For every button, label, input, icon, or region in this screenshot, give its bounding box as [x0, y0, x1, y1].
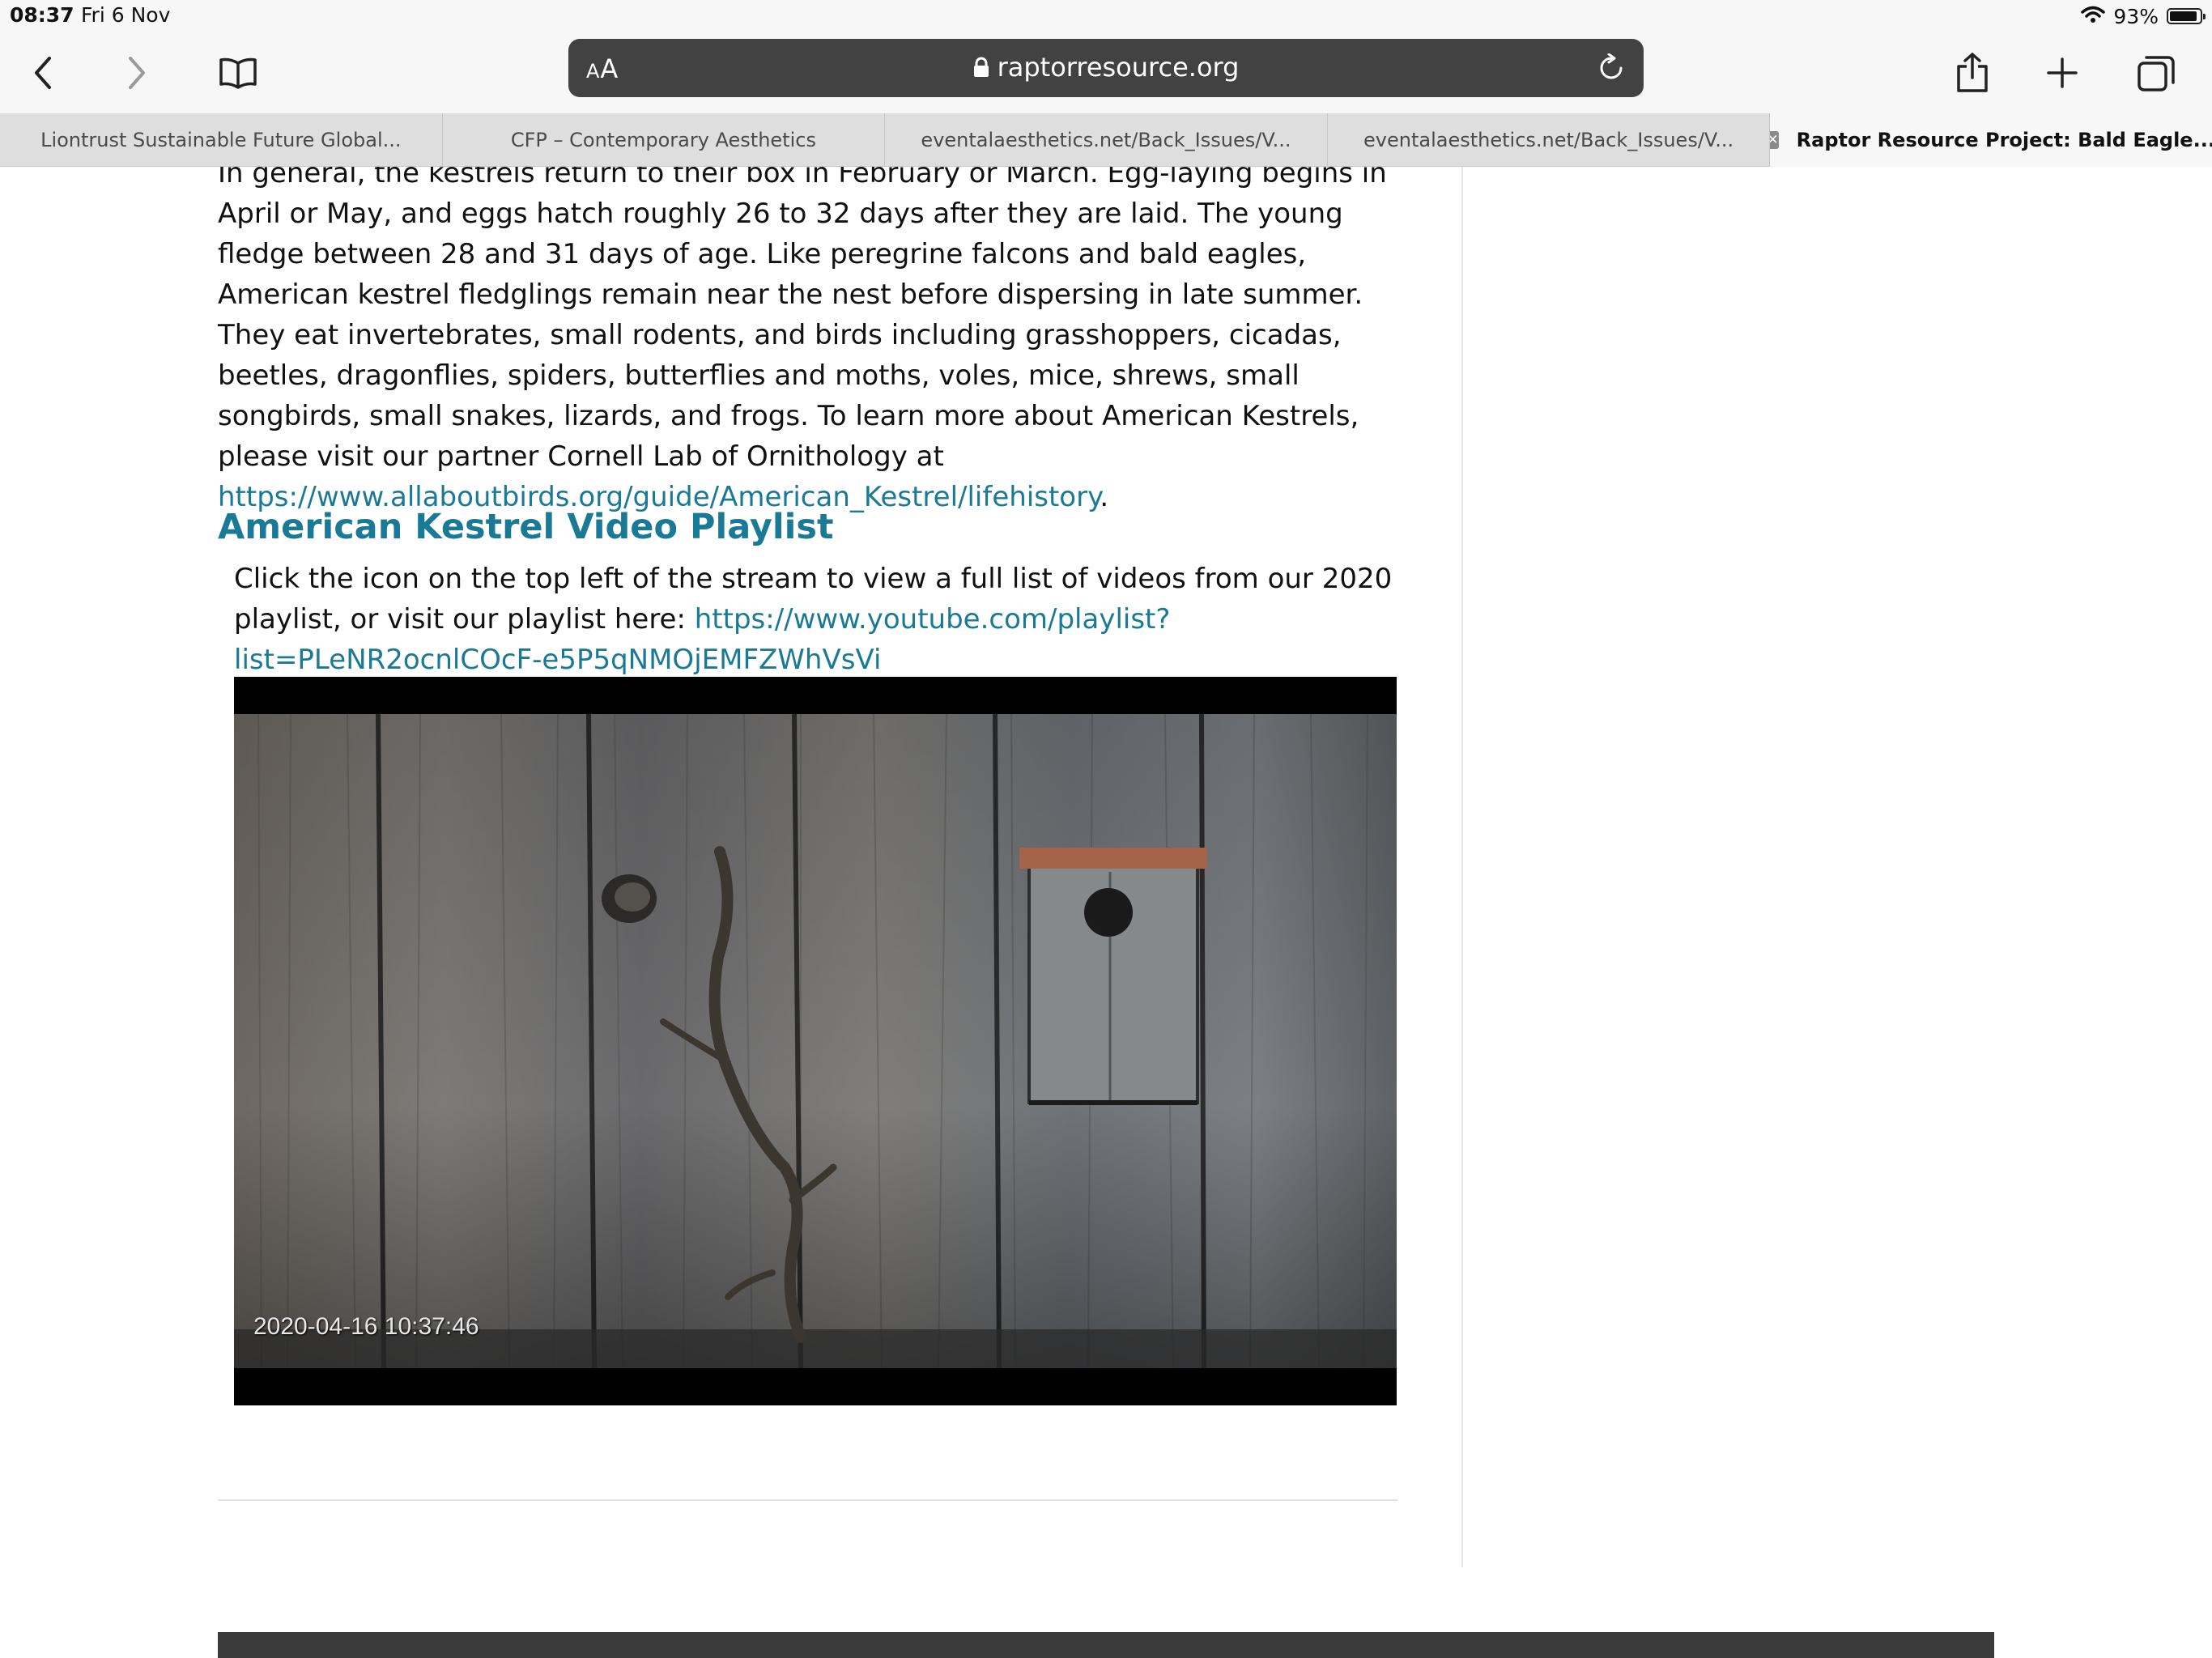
video-player[interactable]: 2020-04-16 10:37:46: [234, 677, 1397, 1405]
forward-icon: [129, 57, 145, 89]
forward-button[interactable]: [110, 47, 162, 99]
wifi-icon: [2081, 5, 2106, 28]
address-bar[interactable]: AA raptorresource.org: [568, 39, 1644, 97]
status-date: Fri 6 Nov: [81, 3, 171, 27]
bookmarks-button[interactable]: [212, 47, 264, 99]
battery-icon: [2167, 8, 2206, 24]
back-button[interactable]: [18, 47, 70, 99]
tab-label: eventalaesthetics.net/Back_Issues/V...: [1363, 129, 1734, 151]
web-page[interactable]: In general, the kestrels return to their…: [0, 167, 2212, 1658]
lock-icon: [973, 53, 989, 84]
battery-percent: 93%: [2113, 4, 2159, 28]
video-timestamp: 2020-04-16 10:37:46: [253, 1313, 479, 1340]
footer-bar: [218, 1632, 1994, 1658]
barn-wall-image: [234, 714, 1397, 1368]
tab-label: Liontrust Sustainable Future Global...: [40, 129, 402, 151]
bookmarks-icon: [219, 57, 257, 89]
browser-toolbar: AA raptorresource.org: [0, 32, 2212, 113]
video-frame: 2020-04-16 10:37:46: [234, 714, 1397, 1368]
section-divider: [218, 1499, 1397, 1501]
reload-button[interactable]: [1593, 50, 1629, 86]
tab-evental-aesthetics-1[interactable]: eventalaesthetics.net/Back_Issues/V...: [885, 113, 1328, 167]
tab-raptor-resource[interactable]: ✕ Raptor Resource Project: Bald Eagle...: [1770, 113, 2212, 167]
tab-label: eventalaesthetics.net/Back_Issues/V...: [921, 129, 1291, 151]
tab-evental-aesthetics-2[interactable]: eventalaesthetics.net/Back_Issues/V...: [1328, 113, 1771, 167]
tab-liontrust[interactable]: Liontrust Sustainable Future Global...: [0, 113, 443, 167]
url-text: raptorresource.org: [997, 52, 1240, 83]
tab-label: CFP – Contemporary Aesthetics: [510, 129, 816, 151]
close-tab-icon[interactable]: ✕: [1770, 131, 1779, 149]
url-display[interactable]: raptorresource.org: [568, 52, 1644, 84]
section-heading: American Kestrel Video Playlist: [218, 507, 834, 547]
tab-label: Raptor Resource Project: Bald Eagle...: [1796, 129, 2212, 151]
battery-fill: [2170, 11, 2197, 21]
share-button[interactable]: [1946, 47, 1998, 99]
tabs-icon: [2138, 56, 2175, 91]
new-tab-button[interactable]: [2036, 47, 2088, 99]
share-icon: [1957, 53, 1988, 92]
new-tab-icon: [2047, 57, 2078, 88]
reload-icon: [1600, 53, 1623, 79]
status-right: 93%: [2081, 3, 2206, 29]
tab-cfp-contemporary-aesthetics[interactable]: CFP – Contemporary Aesthetics: [443, 113, 886, 167]
tab-bar: Liontrust Sustainable Future Global... C…: [0, 113, 2212, 167]
status-time: 08:37: [10, 3, 74, 27]
back-icon: [35, 57, 51, 89]
playlist-description: Click the icon on the top left of the st…: [234, 563, 1393, 676]
article-paragraph: In general, the kestrels return to their…: [218, 167, 1387, 513]
sidebar-divider: [1461, 167, 1463, 1567]
status-bar: 08:37 Fri 6 Nov 93%: [0, 0, 2212, 32]
tabs-overview-button[interactable]: [2130, 47, 2182, 99]
